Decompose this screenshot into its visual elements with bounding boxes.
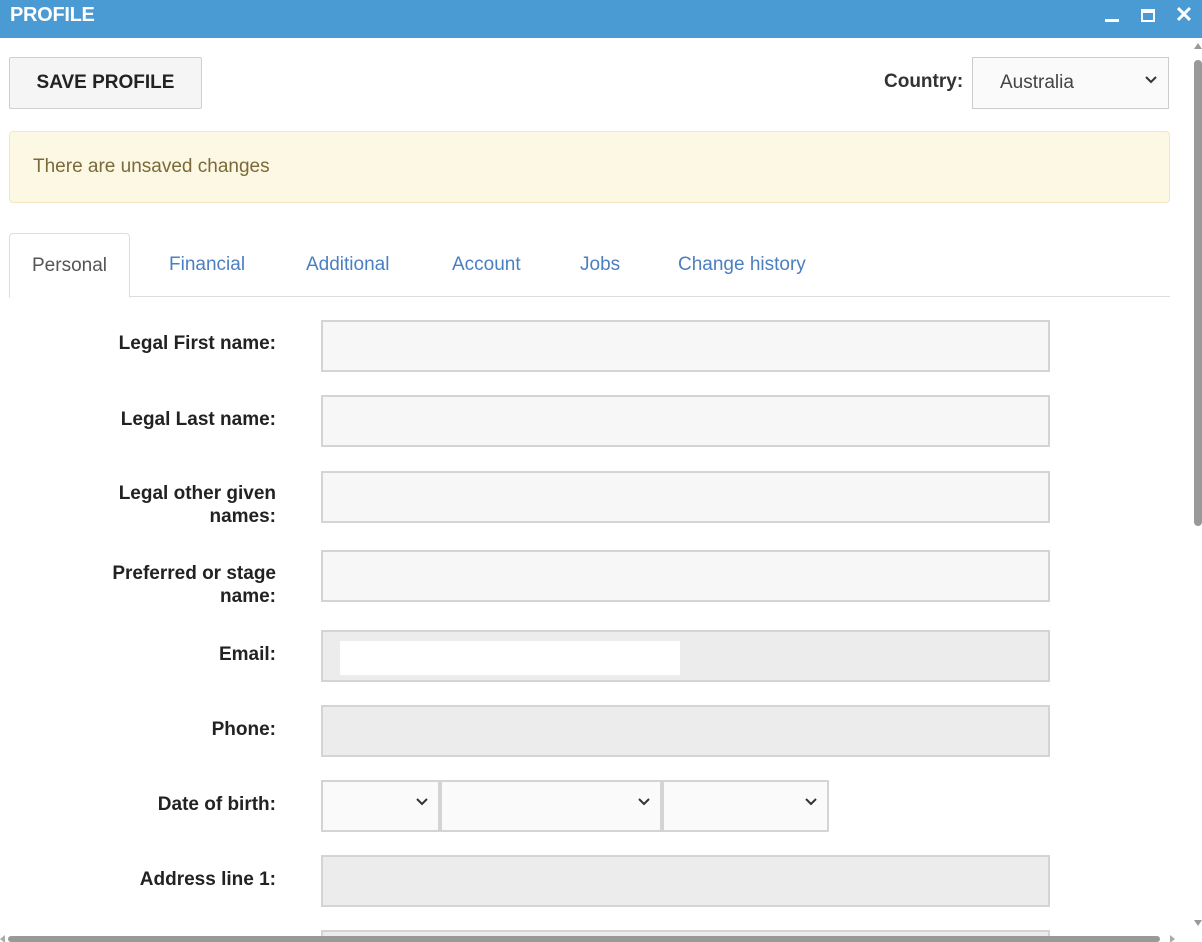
tab-jobs[interactable]: Jobs <box>580 233 620 297</box>
horizontal-scroll-thumb[interactable] <box>8 936 1160 942</box>
save-profile-button[interactable]: SAVE PROFILE <box>9 57 202 109</box>
close-button[interactable]: ✕ <box>1174 3 1194 27</box>
first-name-field[interactable] <box>321 320 1050 372</box>
first-name-label: Legal First name: <box>118 333 276 354</box>
window-controls: ✕ <box>1102 0 1194 30</box>
preferred-name-label: Preferred or stage name: <box>36 562 276 608</box>
profile-tabs: Personal Financial Additional Account Jo… <box>9 233 1170 298</box>
unsaved-changes-alert: There are unsaved changes <box>9 131 1170 203</box>
preferred-name-label-line2: name: <box>220 586 276 607</box>
tab-financial[interactable]: Financial <box>169 233 245 297</box>
other-names-label-line2: names: <box>209 506 276 527</box>
address1-field[interactable] <box>321 855 1050 907</box>
phone-field[interactable] <box>321 705 1050 757</box>
chevron-down-icon <box>805 798 817 806</box>
scroll-left-icon[interactable] <box>0 935 5 942</box>
country-selected-value: Australia <box>1000 72 1074 93</box>
dob-year-select[interactable] <box>662 780 829 832</box>
chevron-down-icon <box>416 798 428 806</box>
alert-message: There are unsaved changes <box>33 156 270 177</box>
dob-day-select[interactable] <box>321 780 440 832</box>
maximize-button[interactable] <box>1138 3 1158 27</box>
last-name-label: Legal Last name: <box>120 409 276 430</box>
address1-label: Address line 1: <box>139 869 276 890</box>
tab-change-history[interactable]: Change history <box>678 233 806 297</box>
email-field[interactable] <box>321 630 1050 682</box>
window-title: PROFILE <box>10 4 95 26</box>
last-name-field[interactable] <box>321 395 1050 447</box>
tab-additional[interactable]: Additional <box>306 233 389 297</box>
chevron-down-icon <box>638 798 650 806</box>
email-redacted-area <box>340 641 680 675</box>
close-icon: ✕ <box>1174 2 1194 27</box>
maximize-icon <box>1141 8 1155 22</box>
minimize-icon <box>1105 18 1119 22</box>
other-names-field[interactable] <box>321 471 1050 523</box>
email-label: Email: <box>218 644 276 665</box>
phone-label: Phone: <box>211 719 276 740</box>
dob-label: Date of birth: <box>157 794 276 815</box>
scroll-right-icon[interactable] <box>1170 935 1175 942</box>
tab-account[interactable]: Account <box>452 233 521 297</box>
minimize-button[interactable] <box>1102 3 1122 27</box>
country-label: Country: <box>884 71 964 92</box>
preferred-name-label-line1: Preferred or stage <box>112 563 276 584</box>
window-titlebar: PROFILE ✕ <box>0 0 1202 38</box>
dob-month-select[interactable] <box>440 780 662 832</box>
vertical-scroll-thumb[interactable] <box>1194 60 1202 526</box>
preferred-name-field[interactable] <box>321 550 1050 602</box>
chevron-down-icon <box>1145 76 1157 84</box>
tab-personal[interactable]: Personal <box>9 233 130 298</box>
scroll-down-icon[interactable] <box>1194 920 1202 926</box>
scroll-up-icon[interactable] <box>1194 43 1202 49</box>
country-select[interactable]: Australia <box>972 57 1169 109</box>
other-names-label-line1: Legal other given <box>118 483 276 504</box>
other-names-label: Legal other given names: <box>36 482 276 528</box>
